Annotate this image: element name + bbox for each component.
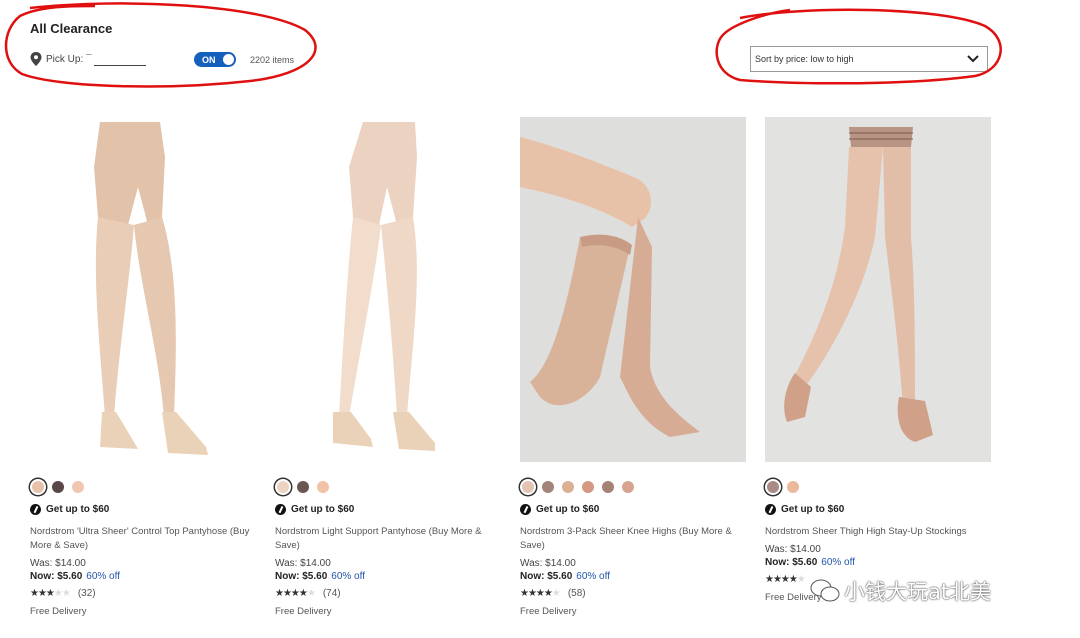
annotation-circle-filters (4, 2, 317, 88)
now-label: Now: (275, 571, 300, 582)
was-price: Was: $14.00 (520, 558, 576, 569)
discount-percent: 60% off (86, 571, 120, 582)
location-pin-icon (30, 52, 42, 66)
product-name[interactable]: Nordstrom 3-Pack Sheer Knee Highs (Buy M… (520, 525, 746, 553)
color-swatches (32, 479, 256, 495)
color-swatches (522, 479, 746, 495)
product-image[interactable] (275, 117, 501, 462)
review-count[interactable]: (58) (568, 588, 586, 599)
rating: ★★★★★ (32) (30, 588, 256, 599)
nordstrom-n-icon (30, 504, 41, 515)
color-swatches (767, 479, 991, 495)
product-image[interactable] (765, 117, 991, 462)
promo-text: Get up to $60 (781, 504, 845, 515)
rating: ★★★★★ (58) (520, 588, 746, 599)
star-rating: ★★★★★ (275, 588, 316, 599)
promo-badge: Get up to $60 (520, 504, 746, 515)
pickup-label: Pick Up: ¯ (46, 53, 92, 65)
delivery-info: Free Delivery (520, 606, 577, 617)
nordstrom-n-icon (765, 504, 776, 515)
wechat-logo-icon (810, 579, 840, 602)
now-price: Now: $5.60 60% off (765, 557, 991, 568)
product-name[interactable]: Nordstrom Light Support Pantyhose (Buy M… (275, 525, 501, 553)
sort-dropdown[interactable]: Sort by price: low to high (750, 46, 988, 72)
discount-percent: 60% off (576, 571, 610, 582)
color-swatch[interactable] (277, 481, 289, 493)
now-price: Now: $5.60 60% off (520, 571, 746, 582)
product-card[interactable]: Get up to $60 Nordstrom Sheer Thigh High… (765, 117, 991, 603)
rating: ★★★★★ (74) (275, 588, 501, 599)
promo-text: Get up to $60 (46, 504, 110, 515)
color-swatch[interactable] (72, 481, 84, 493)
color-swatch[interactable] (32, 481, 44, 493)
promo-text: Get up to $60 (291, 504, 355, 515)
product-card[interactable]: Get up to $60 Nordstrom 3-Pack Sheer Kne… (520, 117, 746, 617)
now-label: Now: (765, 557, 790, 568)
color-swatch[interactable] (767, 481, 779, 493)
promo-badge: Get up to $60 (765, 504, 991, 515)
now-price: Now: $5.60 60% off (275, 571, 501, 582)
color-swatch[interactable] (622, 481, 634, 493)
pickup-store-field[interactable] (93, 53, 146, 66)
now-amount: $5.60 (57, 571, 83, 582)
product-image[interactable] (30, 117, 256, 462)
watermark: 小钱大玩at北美 (810, 576, 991, 606)
color-swatch[interactable] (542, 481, 554, 493)
now-label: Now: (520, 571, 545, 582)
color-swatch[interactable] (602, 481, 614, 493)
review-count[interactable]: (74) (323, 588, 341, 599)
color-swatch[interactable] (582, 481, 594, 493)
pickup-toggle[interactable]: ON (194, 52, 236, 67)
now-price: Now: $5.60 60% off (30, 571, 256, 582)
chevron-down-icon (967, 55, 979, 63)
page-title: All Clearance (30, 21, 113, 36)
promo-badge: Get up to $60 (30, 504, 256, 515)
now-label: Now: (30, 571, 55, 582)
nordstrom-n-icon (275, 504, 286, 515)
now-amount: $5.60 (792, 557, 818, 568)
color-swatches (277, 479, 501, 495)
color-swatch[interactable] (317, 481, 329, 493)
product-card[interactable]: Get up to $60 Nordstrom 'Ultra Sheer' Co… (30, 117, 256, 617)
product-name[interactable]: Nordstrom Sheer Thigh High Stay-Up Stock… (765, 525, 991, 539)
star-rating: ★★★★★ (765, 574, 806, 585)
discount-percent: 60% off (821, 557, 855, 568)
was-price: Was: $14.00 (30, 558, 86, 569)
color-swatch[interactable] (522, 481, 534, 493)
was-price: Was: $14.00 (765, 544, 821, 555)
product-card[interactable]: Get up to $60 Nordstrom Light Support Pa… (275, 117, 501, 617)
watermark-text: 小钱大玩at北美 (844, 580, 992, 604)
color-swatch[interactable] (52, 481, 64, 493)
color-swatch[interactable] (297, 481, 309, 493)
delivery-info: Free Delivery (30, 606, 87, 617)
product-image[interactable] (520, 117, 746, 462)
promo-text: Get up to $60 (536, 504, 600, 515)
review-count[interactable]: (32) (78, 588, 96, 599)
was-price: Was: $14.00 (275, 558, 331, 569)
item-count: 2202 items (250, 55, 295, 65)
color-swatch[interactable] (562, 481, 574, 493)
now-amount: $5.60 (302, 571, 328, 582)
star-rating: ★★★★★ (30, 588, 71, 599)
sort-label: Sort by price: low to high (755, 54, 854, 64)
pickup-selector[interactable]: Pick Up: ¯ (30, 52, 146, 66)
discount-percent: 60% off (331, 571, 365, 582)
star-rating: ★★★★★ (520, 588, 561, 599)
now-amount: $5.60 (547, 571, 573, 582)
toggle-knob (223, 54, 234, 65)
color-swatch[interactable] (787, 481, 799, 493)
delivery-info: Free Delivery (275, 606, 332, 617)
nordstrom-n-icon (520, 504, 531, 515)
promo-badge: Get up to $60 (275, 504, 501, 515)
product-name[interactable]: Nordstrom 'Ultra Sheer' Control Top Pant… (30, 525, 256, 553)
toggle-label: ON (202, 54, 216, 65)
